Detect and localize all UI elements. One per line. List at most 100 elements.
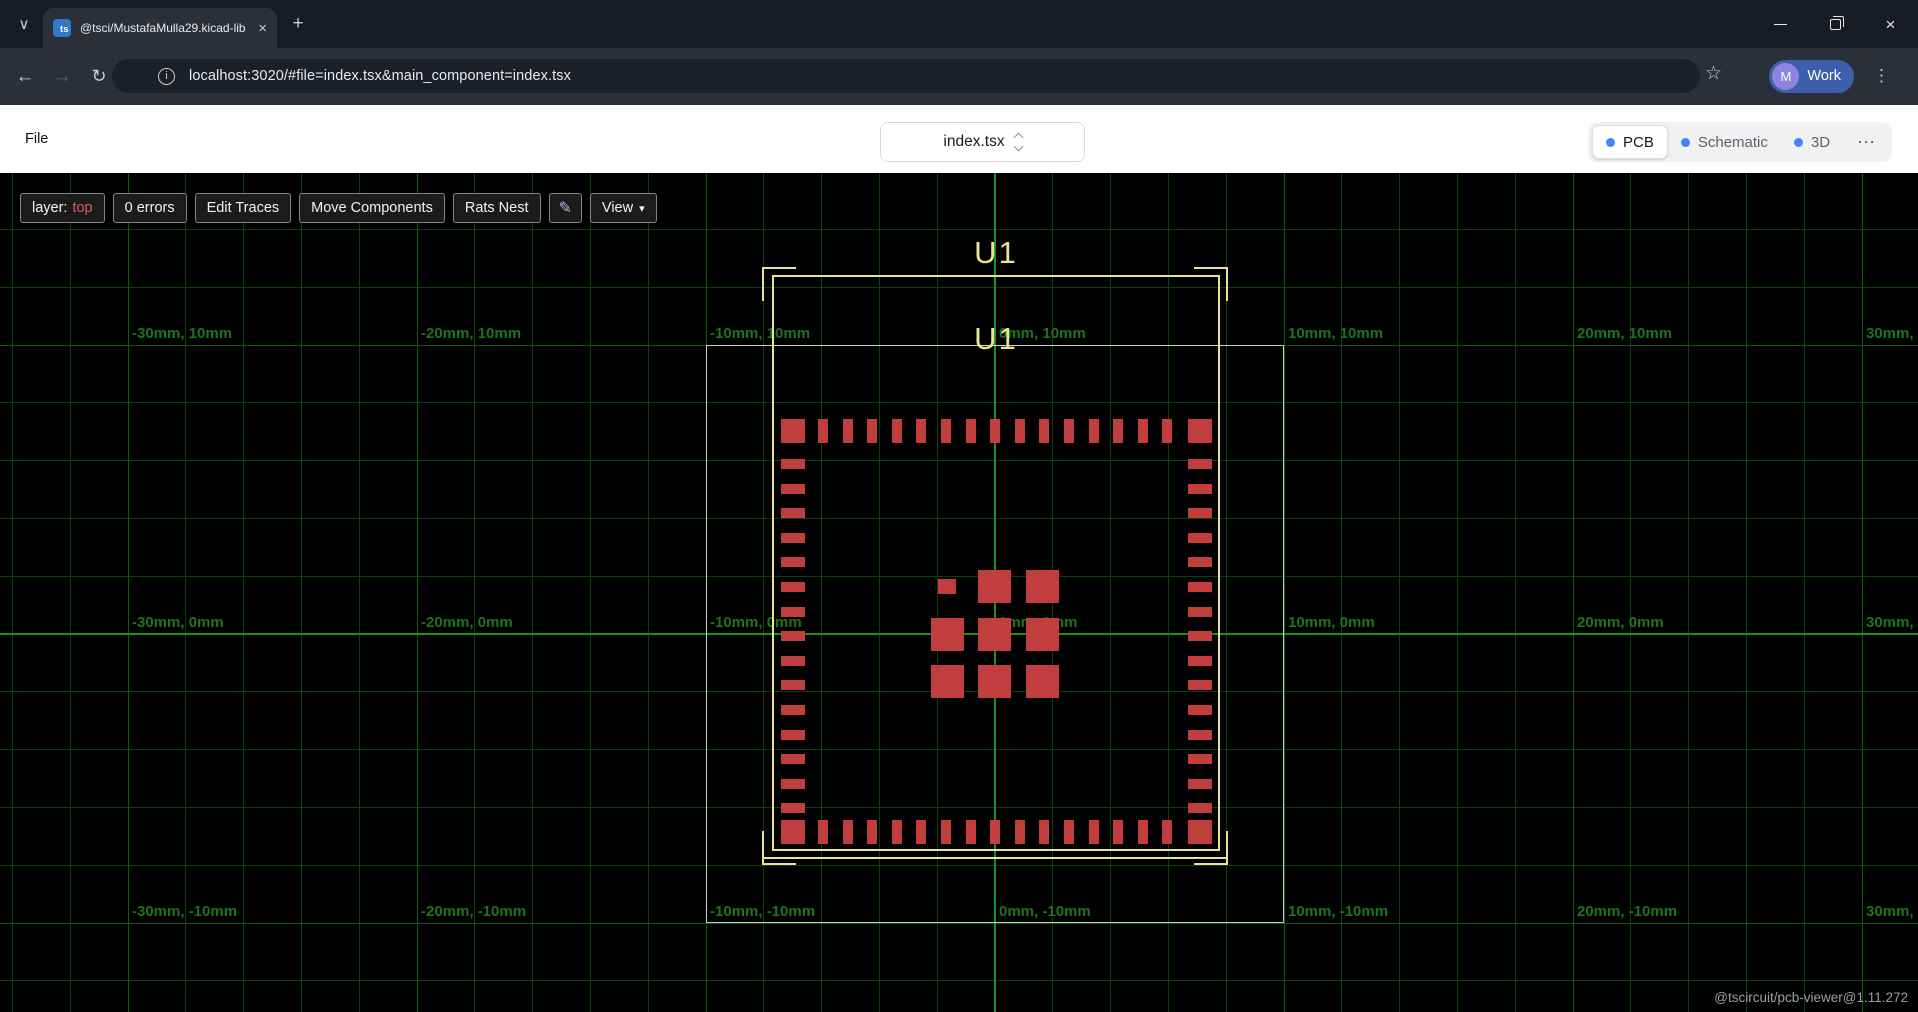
pcb-pad[interactable]: [781, 705, 805, 715]
pcb-pad[interactable]: [818, 820, 828, 844]
back-button[interactable]: ←: [11, 63, 39, 91]
pcb-pad[interactable]: [931, 618, 964, 651]
pcb-canvas[interactable]: -30mm, 10mm-20mm, 10mm-10mm, 10mm0mm, 10…: [0, 173, 1918, 1012]
pcb-pad[interactable]: [867, 419, 877, 443]
pcb-pad[interactable]: [781, 533, 805, 543]
pcb-pad[interactable]: [781, 484, 805, 494]
pcb-pad[interactable]: [781, 779, 805, 789]
pcb-pad[interactable]: [1188, 557, 1212, 567]
pcb-pad[interactable]: [1188, 419, 1212, 443]
pcb-pad[interactable]: [843, 419, 853, 443]
edit-pencil-button[interactable]: ✎: [549, 193, 582, 223]
pcb-pad[interactable]: [1188, 459, 1212, 469]
pcb-pad[interactable]: [1188, 508, 1212, 518]
layer-button[interactable]: layer: top: [20, 193, 105, 223]
pcb-pad[interactable]: [1188, 730, 1212, 740]
pcb-pad[interactable]: [1138, 820, 1148, 844]
pcb-pad[interactable]: [781, 419, 805, 443]
pcb-pad[interactable]: [1064, 419, 1074, 443]
pcb-pad[interactable]: [1188, 656, 1212, 666]
pcb-pad[interactable]: [1015, 820, 1025, 844]
pcb-pad[interactable]: [781, 680, 805, 690]
pcb-pad[interactable]: [781, 607, 805, 617]
pcb-pad[interactable]: [1026, 665, 1059, 698]
pcb-pad[interactable]: [1188, 680, 1212, 690]
tab-3d[interactable]: 3D: [1781, 125, 1843, 159]
pcb-pad[interactable]: [781, 582, 805, 592]
window-close-button[interactable]: ×: [1863, 0, 1918, 48]
pcb-pad[interactable]: [978, 618, 1011, 651]
pcb-pad[interactable]: [1188, 607, 1212, 617]
reload-button[interactable]: ↻: [85, 63, 113, 91]
pcb-pad[interactable]: [781, 820, 805, 844]
pcb-pad[interactable]: [1138, 419, 1148, 443]
pcb-pad[interactable]: [916, 820, 926, 844]
pcb-pad[interactable]: [818, 419, 828, 443]
pcb-pad[interactable]: [1188, 705, 1212, 715]
profile-button[interactable]: M Work: [1769, 60, 1854, 93]
pcb-pad[interactable]: [966, 820, 976, 844]
browser-menu-icon[interactable]: ⋮: [1873, 66, 1890, 86]
pcb-pad[interactable]: [1188, 754, 1212, 764]
pcb-pad[interactable]: [1026, 618, 1059, 651]
pcb-pad[interactable]: [1039, 419, 1049, 443]
pcb-pad[interactable]: [1188, 484, 1212, 494]
pcb-pad[interactable]: [1188, 779, 1212, 789]
browser-tab[interactable]: ts @tsci/MustafaMulla29.kicad-lib ×: [43, 8, 277, 48]
tab-search-icon[interactable]: ∨: [12, 12, 36, 36]
pcb-pad[interactable]: [990, 419, 1000, 443]
pcb-pad[interactable]: [781, 557, 805, 567]
window-maximize-button[interactable]: [1808, 0, 1863, 48]
pcb-pad[interactable]: [1113, 820, 1123, 844]
pcb-pad[interactable]: [1188, 820, 1212, 844]
new-tab-button[interactable]: +: [287, 13, 309, 35]
pcb-pad[interactable]: [1188, 803, 1212, 813]
tab-pcb[interactable]: PCB: [1592, 125, 1668, 159]
rats-nest-button[interactable]: Rats Nest: [453, 193, 541, 223]
pcb-pad[interactable]: [1039, 820, 1049, 844]
pcb-pad[interactable]: [916, 419, 926, 443]
forward-button[interactable]: →: [48, 63, 76, 91]
pcb-pad[interactable]: [1089, 820, 1099, 844]
pcb-pad[interactable]: [1162, 419, 1172, 443]
site-info-icon[interactable]: i: [158, 68, 175, 85]
pcb-pad[interactable]: [843, 820, 853, 844]
pcb-pad[interactable]: [781, 459, 805, 469]
pcb-pad[interactable]: [1188, 582, 1212, 592]
pcb-pad[interactable]: [941, 419, 951, 443]
pcb-pad[interactable]: [781, 730, 805, 740]
pcb-pad[interactable]: [990, 820, 1000, 844]
tab-close-icon[interactable]: ×: [258, 21, 267, 36]
pcb-pad[interactable]: [938, 579, 956, 594]
pcb-pad[interactable]: [781, 803, 805, 813]
file-selector[interactable]: index.tsx: [880, 122, 1085, 162]
pcb-pad[interactable]: [978, 665, 1011, 698]
more-options-icon[interactable]: ⋯: [1849, 132, 1883, 153]
pcb-pad[interactable]: [941, 820, 951, 844]
pcb-pad[interactable]: [966, 419, 976, 443]
pcb-pad[interactable]: [1113, 419, 1123, 443]
pcb-pad[interactable]: [781, 656, 805, 666]
pcb-pad[interactable]: [1089, 419, 1099, 443]
window-minimize-button[interactable]: [1753, 0, 1808, 48]
edit-traces-button[interactable]: Edit Traces: [195, 193, 292, 223]
move-components-button[interactable]: Move Components: [299, 193, 445, 223]
tab-schematic[interactable]: Schematic: [1668, 125, 1781, 159]
pcb-pad[interactable]: [1188, 533, 1212, 543]
pcb-pad[interactable]: [781, 508, 805, 518]
pcb-pad[interactable]: [1026, 570, 1059, 603]
pcb-pad[interactable]: [978, 570, 1011, 603]
errors-button[interactable]: 0 errors: [113, 193, 187, 223]
pcb-pad[interactable]: [892, 419, 902, 443]
file-menu[interactable]: File: [25, 131, 48, 147]
pcb-pad[interactable]: [867, 820, 877, 844]
pcb-pad[interactable]: [1162, 820, 1172, 844]
pcb-pad[interactable]: [931, 665, 964, 698]
pcb-pad[interactable]: [1188, 631, 1212, 641]
bookmark-star-icon[interactable]: ☆: [1705, 62, 1722, 85]
view-dropdown-button[interactable]: View ▾: [590, 193, 657, 223]
pcb-pad[interactable]: [1064, 820, 1074, 844]
pcb-pad[interactable]: [892, 820, 902, 844]
url-bar[interactable]: i localhost:3020/#file=index.tsx&main_co…: [112, 59, 1700, 93]
pcb-pad[interactable]: [1015, 419, 1025, 443]
